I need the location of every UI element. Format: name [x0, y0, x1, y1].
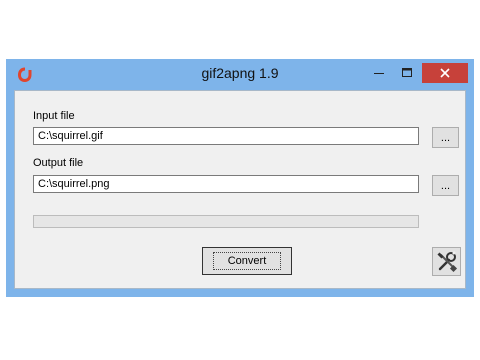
tools-icon — [436, 250, 457, 272]
app-window: gif2apng 1.9 Input file C:\squirrel.gif … — [6, 59, 474, 297]
input-file-label: Input file — [33, 110, 75, 122]
title-bar[interactable]: gif2apng 1.9 — [6, 59, 474, 90]
browse-output-button[interactable]: ... — [432, 175, 459, 196]
main-panel: Input file C:\squirrel.gif ... Output fi… — [14, 90, 466, 289]
browse-input-button[interactable]: ... — [432, 127, 459, 148]
close-icon — [440, 68, 450, 78]
maximize-button[interactable] — [394, 63, 420, 83]
output-file-label: Output file — [33, 157, 84, 169]
minimize-button[interactable] — [366, 63, 392, 83]
minimize-icon — [374, 73, 384, 74]
maximize-icon — [402, 68, 412, 77]
convert-button[interactable]: Convert — [202, 247, 292, 275]
progress-bar — [33, 215, 419, 228]
close-button[interactable] — [422, 63, 468, 83]
convert-label: Convert — [212, 252, 282, 270]
output-file-field[interactable]: C:\squirrel.png — [33, 175, 419, 193]
settings-button[interactable] — [432, 247, 461, 276]
input-file-field[interactable]: C:\squirrel.gif — [33, 127, 419, 145]
